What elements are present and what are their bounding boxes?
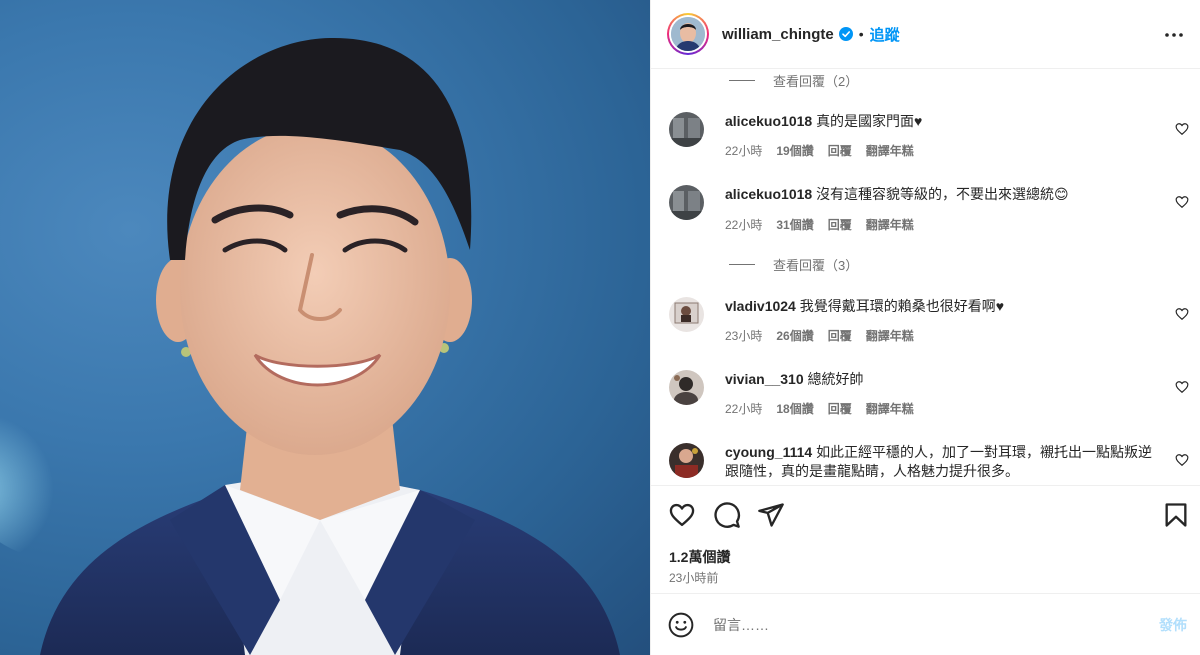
- comment-time[interactable]: 22小時: [725, 216, 762, 233]
- view-replies-button[interactable]: 查看回覆（3）: [729, 255, 858, 274]
- comment-meta: 22小時 19個讚 回覆 翻譯年糕: [725, 142, 928, 159]
- comment-heart-icon[interactable]: [1175, 380, 1189, 394]
- comment-likes[interactable]: 26個讚: [776, 327, 813, 344]
- translate-button[interactable]: 翻譯年糕: [866, 216, 914, 233]
- comments-list[interactable]: 查看回覆（2） alicekuo1018 真的是國家門面♥ 22小時 19個讚 …: [651, 69, 1200, 485]
- comment-bubble-icon[interactable]: [713, 501, 741, 529]
- comment-heart-icon[interactable]: [1175, 307, 1189, 321]
- view-replies-label: 查看回覆（2）: [773, 74, 859, 89]
- header-separator: •: [858, 26, 864, 42]
- reply-button[interactable]: 回覆: [828, 400, 852, 417]
- follow-button[interactable]: 追蹤: [870, 24, 900, 45]
- comment-likes[interactable]: 18個讚: [776, 400, 813, 417]
- commenter-avatar[interactable]: [669, 443, 704, 478]
- comment-text-row: vladiv1024 我覺得戴耳環的賴桑也很好看啊♥: [725, 297, 1155, 316]
- likes-count[interactable]: 1.2萬個讚: [669, 547, 730, 567]
- commenter-avatar[interactable]: [669, 297, 704, 332]
- replies-divider: [729, 264, 755, 265]
- comment-username[interactable]: cyoung_1114: [725, 444, 812, 460]
- post-comment-button[interactable]: 發佈: [1159, 615, 1187, 635]
- comment-text: 總統好帥: [807, 371, 864, 387]
- comment-meta: 23小時 26個讚 回覆 翻譯年糕: [725, 327, 928, 344]
- add-comment-bar: 發佈: [651, 593, 1200, 655]
- post-header: william_chingte • 追蹤: [651, 0, 1200, 69]
- commenter-avatar[interactable]: [669, 370, 704, 405]
- comment-text-row: alicekuo1018 沒有這種容貌等級的，不要出來選總統😊: [725, 185, 1155, 204]
- smiley-icon[interactable]: [668, 612, 694, 638]
- post-actions: 1.2萬個讚 23小時前: [651, 485, 1200, 605]
- comment-time[interactable]: 22小時: [725, 142, 762, 159]
- post-time[interactable]: 23小時前: [669, 569, 718, 586]
- comment-username[interactable]: alicekuo1018: [725, 186, 812, 202]
- comment-heart-icon[interactable]: [1175, 453, 1189, 467]
- post-side-panel: william_chingte • 追蹤 查看回覆（2） alicekuo101…: [650, 0, 1200, 655]
- comment-username[interactable]: vivian__310: [725, 371, 804, 387]
- comment-meta: 22小時 18個讚 回覆 翻譯年糕: [725, 400, 928, 417]
- reply-button[interactable]: 回覆: [828, 216, 852, 233]
- translate-button[interactable]: 翻譯年糕: [866, 142, 914, 159]
- comment-heart-icon[interactable]: [1175, 195, 1189, 209]
- verified-badge-icon: [838, 27, 853, 41]
- bookmark-icon[interactable]: [1162, 501, 1190, 529]
- comment-text-row: alicekuo1018 真的是國家門面♥: [725, 112, 1155, 131]
- comment-text-row: vivian__310 總統好帥: [725, 370, 1155, 389]
- comment-time[interactable]: 23小時: [725, 327, 762, 344]
- author-avatar[interactable]: [667, 13, 709, 55]
- comment-text: 我覺得戴耳環的賴桑也很好看啊♥: [799, 298, 1005, 314]
- reply-button[interactable]: 回覆: [828, 142, 852, 159]
- comment-likes[interactable]: 31個讚: [776, 216, 813, 233]
- commenter-avatar[interactable]: [669, 185, 704, 220]
- comment-time[interactable]: 22小時: [725, 400, 762, 417]
- view-replies-label: 查看回覆（3）: [773, 258, 859, 273]
- comment-heart-icon[interactable]: [1175, 122, 1189, 136]
- translate-button[interactable]: 翻譯年糕: [866, 327, 914, 344]
- more-options-icon[interactable]: [1163, 24, 1185, 46]
- comment-username[interactable]: alicekuo1018: [725, 113, 812, 129]
- comment-username[interactable]: vladiv1024: [725, 298, 796, 314]
- view-replies-button[interactable]: 查看回覆（2）: [729, 71, 858, 90]
- comment-text-row: cyoung_1114 如此正經平穩的人，加了一對耳環，襯托出一點點叛逆跟隨性，…: [725, 443, 1155, 481]
- translate-button[interactable]: 翻譯年糕: [866, 400, 914, 417]
- reply-button[interactable]: 回覆: [828, 327, 852, 344]
- paper-plane-icon[interactable]: [757, 501, 785, 529]
- comment-text: 沒有這種容貌等級的，不要出來選總統😊: [816, 186, 1069, 202]
- comment-meta: 22小時 31個讚 回覆 翻譯年糕: [725, 216, 928, 233]
- comment-text: 真的是國家門面♥: [816, 113, 923, 129]
- replies-divider: [729, 80, 755, 81]
- commenter-avatar[interactable]: [669, 112, 704, 147]
- post-photo[interactable]: [0, 0, 650, 655]
- author-username[interactable]: william_chingte: [722, 26, 834, 43]
- portrait-illustration: [0, 37, 620, 655]
- comment-likes[interactable]: 19個讚: [776, 142, 813, 159]
- heart-icon[interactable]: [668, 501, 696, 529]
- comment-input[interactable]: [713, 614, 1133, 636]
